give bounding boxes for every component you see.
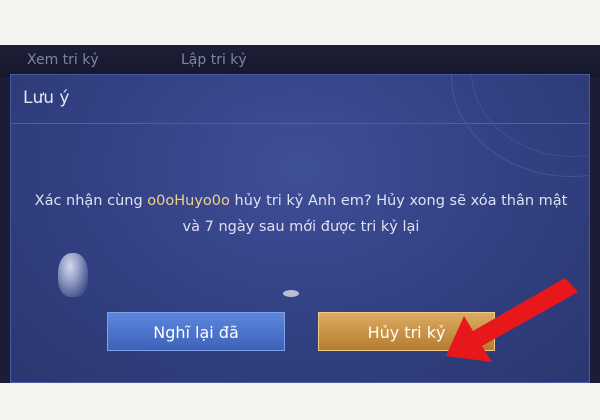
message-text-end: hủy tri kỷ Anh em? Hủy xong sẽ xóa thân …: [182, 193, 568, 235]
tab-create-bond[interactable]: Lập tri kỷ: [181, 52, 247, 68]
reconsider-button[interactable]: Nghĩ lại đã: [107, 312, 285, 351]
tab-bar: Xem tri kỷ Lập tri kỷ: [0, 45, 600, 77]
frame-top-border: [0, 0, 600, 45]
red-arrow-icon: [446, 278, 578, 362]
frame-bottom-border: [0, 383, 600, 420]
confirm-message: Xác nhận cùng o0oHuyo0o hủy tri kỷ Anh e…: [31, 188, 571, 240]
title-divider: [11, 123, 589, 124]
sparkle-icon: [283, 290, 299, 297]
dialog-title: Lưu ý: [23, 88, 70, 108]
game-screen: Xem tri kỷ Lập tri kỷ Lưu ý Xác nhận cùn…: [0, 45, 600, 383]
tab-view-bond[interactable]: Xem tri kỷ: [27, 52, 99, 68]
crystal-orb-icon: [58, 253, 88, 297]
player-name: o0oHuyo0o: [147, 193, 230, 209]
message-text-start: Xác nhận cùng: [34, 193, 148, 209]
